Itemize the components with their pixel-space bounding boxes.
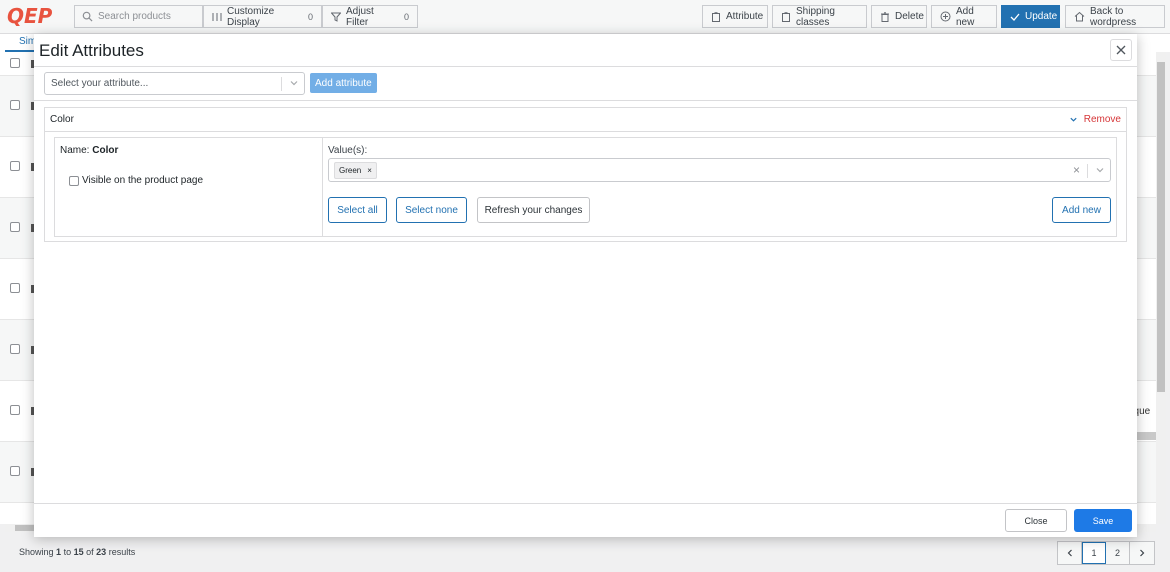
row-checkbox[interactable]: [10, 344, 20, 354]
trash-icon: [881, 11, 889, 22]
customize-display-button[interactable]: Customize Display 0: [203, 5, 322, 28]
plus-circle-icon: [940, 11, 951, 22]
visible-label: Visible on the product page: [82, 175, 204, 186]
visible-on-product-page-checkbox[interactable]: Visible on the product page: [69, 175, 203, 186]
save-button[interactable]: Save: [1074, 509, 1132, 532]
value-tag-label: Green: [339, 166, 362, 175]
search-placeholder: Search products: [98, 11, 171, 22]
values-label: Value(s):: [328, 145, 368, 156]
svg-text:QEP: QEP: [7, 4, 53, 28]
back-to-wordpress-label: Back to wordpress: [1090, 5, 1137, 28]
attribute-panel: Color Remove Name: Color Visible on the …: [44, 107, 1127, 242]
results-label: results: [108, 547, 136, 557]
select-all-button[interactable]: Select all: [328, 197, 387, 223]
select-divider: [281, 77, 282, 91]
chevron-down-icon: [1096, 168, 1104, 173]
attribute-panel-header[interactable]: Color Remove: [45, 108, 1126, 132]
cell-scroll-indicator: [1136, 432, 1156, 440]
update-button[interactable]: Update: [1001, 5, 1060, 28]
adjust-filter-label: Adjust Filter: [346, 5, 374, 28]
attribute-panel-body: Name: Color Visible on the product page …: [54, 137, 1117, 237]
chevron-down-icon: [290, 81, 298, 86]
remove-attribute-link[interactable]: Remove: [1069, 114, 1121, 125]
customize-display-label: Customize Display: [227, 5, 275, 28]
modal-close-button[interactable]: [1110, 39, 1132, 61]
name-label: Name:: [60, 145, 90, 156]
filter-icon: [331, 12, 341, 22]
update-label: Update: [1025, 11, 1058, 22]
delete-button[interactable]: Delete: [871, 5, 927, 28]
values-multiselect[interactable]: Green × ×: [328, 158, 1111, 182]
shipping-classes-button[interactable]: Shipping classes: [772, 5, 867, 28]
refresh-changes-button[interactable]: Refresh your changes: [477, 197, 590, 223]
modal-footer-divider: [34, 503, 1137, 504]
attribute-settings: Name: Color Visible on the product page: [55, 138, 323, 236]
add-new-label: Add new: [956, 5, 975, 28]
chevron-down-icon: [1070, 117, 1077, 122]
row-checkbox[interactable]: [10, 283, 20, 293]
page-1-button[interactable]: 1: [1082, 542, 1106, 564]
chevron-left-icon: [1067, 549, 1072, 557]
top-toolbar: QEP Search products Customize Display 0 …: [0, 0, 1170, 34]
customize-count: 0: [307, 11, 313, 22]
table-footer: Showing 1 to 15 of 23 results 1 2: [0, 536, 1170, 572]
vertical-scroll-thumb[interactable]: [1157, 62, 1165, 392]
pagination: 1 2: [1057, 541, 1155, 565]
add-new-value-button[interactable]: Add new: [1052, 197, 1111, 223]
filter-count: 0: [403, 11, 409, 22]
remove-tag-icon[interactable]: ×: [367, 166, 372, 175]
showing-label: Showing: [19, 547, 54, 557]
clipboard-icon: [782, 11, 790, 22]
value-tag: Green ×: [334, 162, 377, 179]
search-input[interactable]: Search products: [74, 5, 203, 28]
row-checkbox[interactable]: [10, 161, 20, 171]
name-value: Color: [92, 145, 119, 156]
delete-label: Delete: [895, 11, 924, 22]
row-checkbox[interactable]: [10, 405, 20, 415]
home-icon: [1074, 11, 1085, 22]
attribute-name-line: Name: Color: [60, 145, 118, 156]
adjust-filter-button[interactable]: Adjust Filter 0: [322, 5, 418, 28]
results-to: 15: [73, 547, 84, 557]
check-icon: [1010, 13, 1020, 21]
to-label: to: [63, 547, 72, 557]
edit-attributes-modal: Edit Attributes Select your attribute...…: [34, 34, 1137, 537]
attribute-label: Attribute: [726, 11, 764, 22]
visible-checkbox-box[interactable]: [69, 175, 79, 186]
qep-logo: QEP: [7, 4, 53, 28]
search-icon: [82, 11, 93, 22]
row-checkbox[interactable]: [10, 100, 20, 110]
values-divider: [1087, 164, 1088, 178]
close-icon: [1116, 45, 1126, 55]
shipping-classes-label: Shipping classes: [796, 5, 835, 28]
row-checkbox[interactable]: [10, 222, 20, 232]
clipboard-icon: [712, 11, 720, 22]
back-to-wordpress-button[interactable]: Back to wordpress: [1065, 5, 1165, 28]
remove-label: Remove: [1083, 114, 1121, 125]
add-new-button[interactable]: Add new: [931, 5, 997, 28]
section-divider: [34, 100, 1137, 101]
page-2-button[interactable]: 2: [1106, 542, 1130, 564]
next-page-button[interactable]: [1130, 542, 1154, 564]
close-button[interactable]: Close: [1005, 509, 1067, 532]
chevron-right-icon: [1140, 549, 1145, 557]
results-from: 1: [56, 547, 62, 557]
add-attribute-button[interactable]: Add attribute: [310, 73, 377, 93]
select-none-button[interactable]: Select none: [396, 197, 467, 223]
modal-header-divider: [34, 66, 1137, 67]
columns-icon: [212, 12, 222, 21]
select-all-checkbox[interactable]: [10, 58, 20, 68]
row-checkbox[interactable]: [10, 466, 20, 476]
of-label: of: [86, 547, 94, 557]
prev-page-button[interactable]: [1058, 542, 1082, 564]
results-total: 23: [96, 547, 107, 557]
clear-values-icon[interactable]: ×: [1073, 163, 1080, 177]
attribute-select-placeholder: Select your attribute...: [51, 78, 149, 89]
results-summary: Showing 1 to 15 of 23 results: [19, 547, 135, 557]
vertical-scrollbar[interactable]: [1156, 52, 1166, 524]
attribute-select[interactable]: Select your attribute...: [44, 72, 305, 95]
attribute-button[interactable]: Attribute: [702, 5, 768, 28]
attribute-header-name: Color: [50, 114, 74, 125]
modal-title: Edit Attributes: [39, 41, 144, 60]
